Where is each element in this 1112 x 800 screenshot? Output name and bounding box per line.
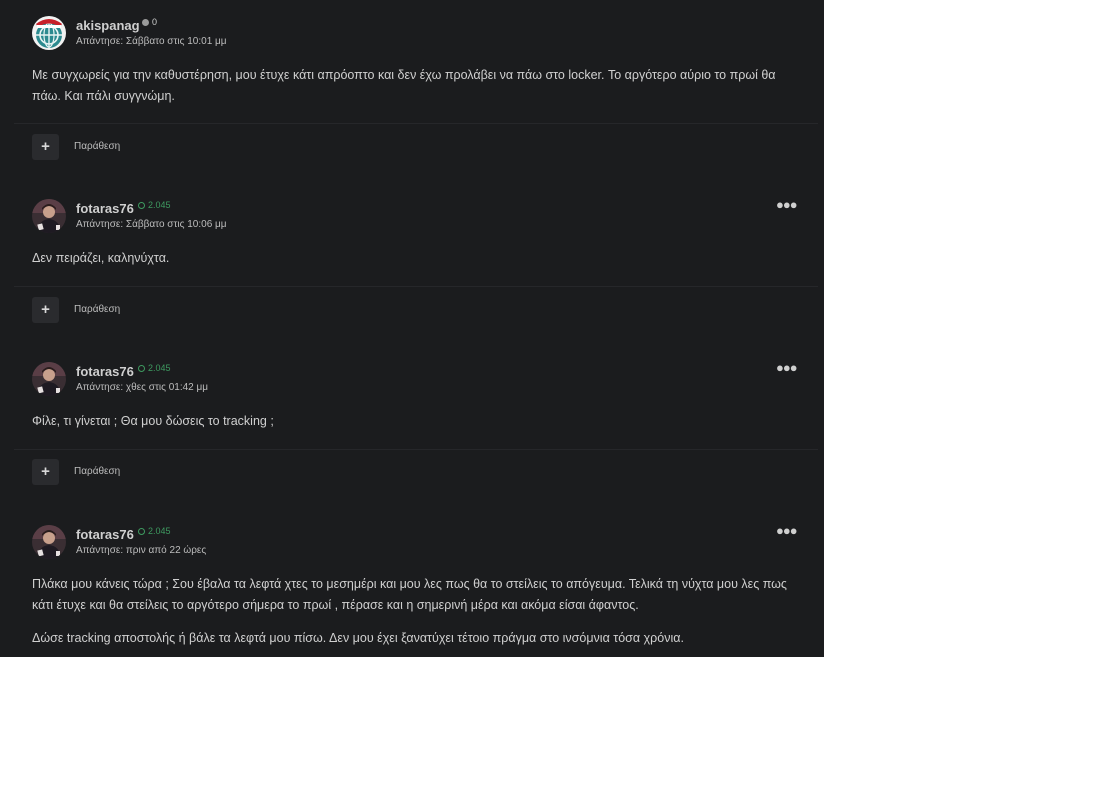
user-photo-image bbox=[32, 199, 66, 233]
plus-icon: + bbox=[41, 463, 50, 480]
reputation-badge[interactable]: 2.045 bbox=[138, 200, 171, 210]
divider bbox=[14, 286, 818, 287]
author-name[interactable]: akispanag bbox=[76, 18, 140, 33]
reputation-count: 2.045 bbox=[148, 526, 171, 536]
reputation-plus-icon bbox=[138, 364, 145, 372]
post-paragraph: Δεν πειράζει, καληνύχτα. bbox=[32, 251, 170, 265]
post-paragraph: Με συγχωρείς για την καθυστέρηση, μου έτ… bbox=[32, 68, 776, 103]
reputation-count: 2.045 bbox=[148, 363, 171, 373]
divider bbox=[14, 449, 818, 450]
plus-icon: + bbox=[41, 138, 50, 155]
post-meta[interactable]: Απάντησε: Σάββατο στις 10:01 μμ bbox=[76, 36, 227, 47]
reputation-badge[interactable]: 2.045 bbox=[138, 526, 171, 536]
quote-add-button[interactable]: + bbox=[32, 459, 59, 485]
quote-link[interactable]: Παράθεση bbox=[74, 304, 120, 315]
user-photo-image bbox=[32, 525, 66, 559]
author-name[interactable]: fotaras76 bbox=[76, 527, 134, 542]
post-meta[interactable]: Απάντησε: Σάββατο στις 10:06 μμ bbox=[76, 219, 227, 230]
ellipsis-icon[interactable]: ●●● bbox=[776, 523, 798, 538]
author-name[interactable]: fotaras76 bbox=[76, 364, 134, 379]
avatar[interactable] bbox=[32, 16, 66, 50]
reputation-plus-icon bbox=[138, 201, 145, 209]
plus-icon: + bbox=[41, 301, 50, 318]
post-meta[interactable]: Απάντησε: πριν από 22 ώρες bbox=[76, 545, 206, 556]
quote-link[interactable]: Παράθεση bbox=[74, 466, 120, 477]
post-paragraph: Πλάκα μου κάνεις τώρα ; Σου έβαλα τα λεφ… bbox=[32, 577, 787, 612]
reputation-badge[interactable]: 0 bbox=[142, 17, 157, 27]
avatar[interactable] bbox=[32, 362, 66, 396]
post-body: Πλάκα μου κάνεις τώρα ; Σου έβαλα τα λεφ… bbox=[32, 574, 802, 657]
reputation-plus-icon bbox=[138, 527, 145, 535]
post-paragraph: Φίλε, τι γίνεται ; Θα μου δώσεις το trac… bbox=[32, 414, 274, 428]
post-body: Με συγχωρείς για την καθυστέρηση, μου έτ… bbox=[32, 65, 802, 119]
avatar[interactable] bbox=[32, 199, 66, 233]
author-name[interactable]: fotaras76 bbox=[76, 201, 134, 216]
post-paragraph: Δώσε tracking αποστολής ή βάλε τα λεφτά … bbox=[32, 631, 684, 645]
divider bbox=[14, 123, 818, 124]
ellipsis-icon[interactable]: ●●● bbox=[776, 197, 798, 212]
quote-link[interactable]: Παράθεση bbox=[74, 141, 120, 152]
globe-avatar-image bbox=[32, 16, 66, 50]
post-body: Φίλε, τι γίνεται ; Θα μου δώσεις το trac… bbox=[32, 411, 802, 444]
quote-add-button[interactable]: + bbox=[32, 297, 59, 323]
reputation-count: 0 bbox=[152, 17, 158, 27]
reputation-count: 2.045 bbox=[148, 200, 171, 210]
user-photo-image bbox=[32, 362, 66, 396]
post-meta[interactable]: Απάντησε: χθες στις 01:42 μμ bbox=[76, 382, 208, 393]
ellipsis-icon[interactable]: ●●● bbox=[776, 360, 798, 375]
reputation-dot-icon bbox=[142, 18, 149, 26]
reputation-badge[interactable]: 2.045 bbox=[138, 363, 171, 373]
quote-add-button[interactable]: + bbox=[32, 134, 59, 160]
avatar[interactable] bbox=[32, 525, 66, 559]
post-body: Δεν πειράζει, καληνύχτα. bbox=[32, 248, 802, 281]
topic-thread: akispanag 0 Απάντησε: Σάββατο στις 10:01… bbox=[0, 0, 824, 657]
